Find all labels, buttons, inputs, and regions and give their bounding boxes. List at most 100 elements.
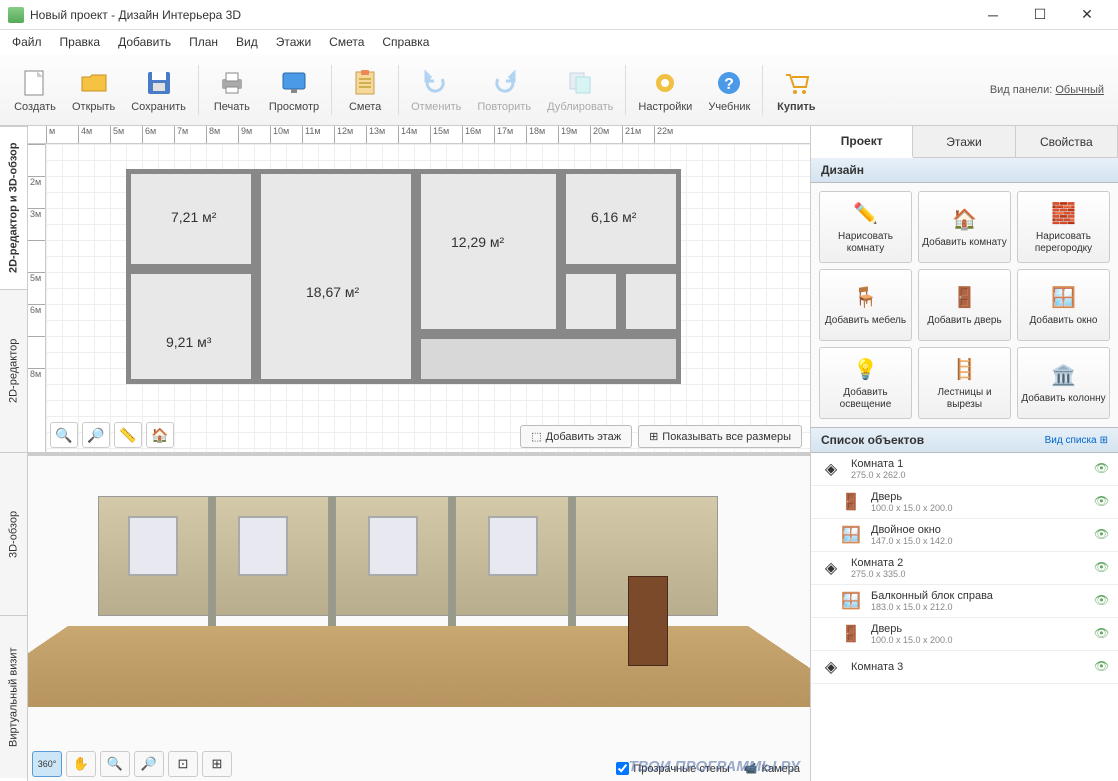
preview-button[interactable]: Просмотр [261, 63, 327, 117]
draw-room-button[interactable]: ✏️Нарисовать комнату [819, 191, 912, 263]
plan-2d-view[interactable]: 2м3м5м6м8м 7,21 м² 18,67 м² 12,29 м² 6,1… [28, 144, 810, 452]
add-window-button[interactable]: 🪟Добавить окно [1017, 269, 1110, 341]
buy-button[interactable]: Купить [767, 63, 825, 117]
create-button[interactable]: Создать [6, 63, 64, 117]
visibility-icon[interactable]: 👁 [1094, 593, 1110, 609]
folder-open-icon [78, 67, 110, 99]
menu-help[interactable]: Справка [374, 32, 437, 52]
stairs-icon: 🪜 [951, 356, 979, 384]
panel-mode-link[interactable]: Обычный [1055, 84, 1104, 96]
settings-button[interactable]: Настройки [630, 63, 700, 117]
visibility-icon[interactable]: 👁 [1094, 626, 1110, 642]
menu-edit[interactable]: Правка [52, 32, 109, 52]
duplicate-icon [564, 67, 596, 99]
rotate-360-button[interactable]: 360° [32, 751, 62, 777]
add-room-button[interactable]: 🏠Добавить комнату [918, 191, 1011, 263]
objects-header: Список объектов Вид списка ⊞ [811, 427, 1118, 453]
room-area-5: 9,21 м³ [166, 334, 211, 350]
plan-toolbar: 🔍 🔎 📏 🏠 [50, 422, 174, 448]
menu-estimate[interactable]: Смета [321, 32, 372, 52]
menu-plan[interactable]: План [181, 32, 226, 52]
add-furniture-button[interactable]: 🪑Добавить мебель [819, 269, 912, 341]
menu-floors[interactable]: Этажи [268, 32, 319, 52]
visibility-icon[interactable]: 👁 [1094, 527, 1110, 543]
window-3d [488, 516, 538, 576]
redo-icon [488, 67, 520, 99]
show-dims-button[interactable]: ⊞ Показывать все размеры [638, 425, 802, 448]
visibility-icon[interactable]: 👁 [1094, 560, 1110, 576]
zoom-out-button[interactable]: 🔍 [50, 422, 78, 448]
vtab-3d[interactable]: 3D-обзор [0, 452, 27, 615]
visibility-icon[interactable]: 👁 [1094, 494, 1110, 510]
zoom-fit-button[interactable]: ⊡ [168, 751, 198, 777]
vtab-2d3d[interactable]: 2D-редактор и 3D-обзор [0, 126, 27, 289]
door-icon: 🚪 [951, 284, 979, 312]
floorplan: 7,21 м² 18,67 м² 12,29 м² 6,16 м² 9,21 м… [126, 154, 686, 414]
monitor-icon [278, 67, 310, 99]
menu-add[interactable]: Добавить [110, 32, 179, 52]
render-3d [68, 466, 748, 746]
grid-button[interactable]: ⊞ [202, 751, 232, 777]
add-column-button[interactable]: 🏛️Добавить колонну [1017, 347, 1110, 419]
room-icon: ◈ [819, 457, 843, 481]
help-icon: ? [713, 67, 745, 99]
visibility-icon[interactable]: 👁 [1094, 659, 1110, 675]
list-item[interactable]: ◈Комната 3👁 [811, 651, 1118, 684]
undo-button[interactable]: Отменить [403, 63, 469, 117]
menu-view[interactable]: Вид [228, 32, 266, 52]
gear-icon [649, 67, 681, 99]
save-icon [143, 67, 175, 99]
room-area-3: 12,29 м² [451, 234, 504, 250]
close-button[interactable]: ✕ [1064, 0, 1110, 30]
draw-partition-button[interactable]: 🧱Нарисовать перегородку [1017, 191, 1110, 263]
maximize-button[interactable]: ☐ [1017, 0, 1063, 30]
visibility-icon[interactable]: 👁 [1094, 461, 1110, 477]
zoom-out-3d-button[interactable]: 🔍 [100, 751, 130, 777]
plan-canvas[interactable]: 7,21 м² 18,67 м² 12,29 м² 6,16 м² 9,21 м… [46, 144, 810, 452]
open-button[interactable]: Открыть [64, 63, 123, 117]
view3d-options: Прозрачные стены 📹 Камера [616, 762, 800, 775]
pan-button[interactable]: ✋ [66, 751, 96, 777]
measure-button[interactable]: 📏 [114, 422, 142, 448]
list-item[interactable]: 🪟Двойное окно147.0 x 15.0 x 142.0👁 [811, 519, 1118, 552]
save-button[interactable]: Сохранить [123, 63, 194, 117]
duplicate-button[interactable]: Дублировать [539, 63, 621, 117]
transparent-walls-checkbox[interactable]: Прозрачные стены [616, 762, 729, 775]
list-item[interactable]: ◈Комната 2275.0 x 335.0👁 [811, 552, 1118, 585]
cart-icon [780, 67, 812, 99]
view-list-link[interactable]: Вид списка ⊞ [1045, 435, 1108, 446]
add-door-button[interactable]: 🚪Добавить дверь [918, 269, 1011, 341]
ruler-vertical: 2м3м5м6м8м [28, 144, 46, 452]
window-3d [368, 516, 418, 576]
vtab-2d[interactable]: 2D-редактор [0, 289, 27, 452]
list-item[interactable]: 🚪Дверь100.0 x 15.0 x 200.0👁 [811, 618, 1118, 651]
file-new-icon [19, 67, 51, 99]
tab-project[interactable]: Проект [811, 126, 913, 158]
zoom-in-3d-button[interactable]: 🔎 [134, 751, 164, 777]
redo-button[interactable]: Повторить [469, 63, 539, 117]
tutorial-button[interactable]: ?Учебник [700, 63, 758, 117]
room-area-2: 18,67 м² [306, 284, 359, 300]
printer-icon [216, 67, 248, 99]
estimate-button[interactable]: Смета [336, 63, 394, 117]
tab-floors[interactable]: Этажи [913, 126, 1015, 157]
minimize-button[interactable]: ─ [970, 0, 1016, 30]
add-floor-button[interactable]: ⬚ Добавить этаж [520, 425, 632, 448]
tab-properties[interactable]: Свойства [1016, 126, 1118, 157]
list-item[interactable]: 🪟Балконный блок справа183.0 x 15.0 x 212… [811, 585, 1118, 618]
toolbar: Создать Открыть Сохранить Печать Просмот… [0, 54, 1118, 126]
home-button[interactable]: 🏠 [146, 422, 174, 448]
add-lighting-button[interactable]: 💡Добавить освещение [819, 347, 912, 419]
vtab-virtual[interactable]: Виртуальный визит [0, 615, 27, 778]
stairs-button[interactable]: 🪜Лестницы и вырезы [918, 347, 1011, 419]
window-3d [238, 516, 288, 576]
list-item[interactable]: 🚪Дверь100.0 x 15.0 x 200.0👁 [811, 486, 1118, 519]
panel-mode: Вид панели: Обычный [990, 84, 1112, 96]
door-icon: 🚪 [839, 490, 863, 514]
list-item[interactable]: ◈Комната 1275.0 x 262.0👁 [811, 453, 1118, 486]
camera-button[interactable]: 📹 Камера [744, 762, 800, 775]
view-3d[interactable]: 360° ✋ 🔍 🔎 ⊡ ⊞ Прозрачные стены 📹 Камера… [28, 456, 810, 781]
menu-file[interactable]: Файл [4, 32, 50, 52]
zoom-in-button[interactable]: 🔎 [82, 422, 110, 448]
print-button[interactable]: Печать [203, 63, 261, 117]
